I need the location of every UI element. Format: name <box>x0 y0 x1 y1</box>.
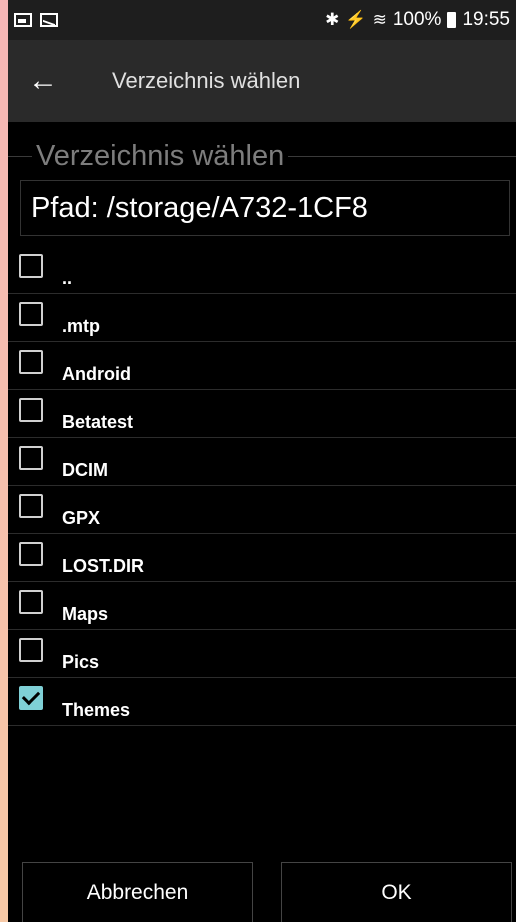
list-item[interactable]: .. <box>8 246 516 294</box>
cancel-button[interactable]: Abbrechen <box>22 862 253 922</box>
checkbox[interactable] <box>19 398 43 422</box>
arrow-left-icon[interactable]: ← <box>8 64 78 98</box>
directory-name: .mtp <box>62 316 100 336</box>
list-item[interactable]: DCIM <box>8 438 516 486</box>
checkbox[interactable] <box>19 542 43 566</box>
directory-chooser: Verzeichnis wählen <box>8 140 516 172</box>
list-item[interactable]: LOST.DIR <box>8 534 516 582</box>
phone-screen: ✱ ⚡ ≋ 100% 19:55 ← Verzeichnis wählen Ve… <box>8 0 516 922</box>
mail-icon <box>40 13 58 27</box>
checkbox[interactable] <box>19 302 43 326</box>
image-icon <box>14 13 32 27</box>
toolbar-title: Verzeichnis wählen <box>112 68 301 93</box>
status-right: ✱ ⚡ ≋ 100% 19:55 <box>325 9 510 31</box>
directory-name: Android <box>62 364 131 384</box>
status-bar: ✱ ⚡ ≋ 100% 19:55 <box>8 0 516 40</box>
clock: 19:55 <box>462 9 510 30</box>
status-left <box>14 13 58 27</box>
checkbox-checked[interactable] <box>19 686 43 710</box>
mute-icon: ⚡ <box>345 10 367 29</box>
directory-list: .. .mtp Android Betatest DCIM GPX LOST.D… <box>8 246 516 726</box>
directory-name: DCIM <box>62 460 108 480</box>
list-item[interactable]: Maps <box>8 582 516 630</box>
checkbox[interactable] <box>19 638 43 662</box>
toolbar: ← Verzeichnis wählen <box>8 40 516 122</box>
directory-name: GPX <box>62 508 101 528</box>
list-item[interactable]: GPX <box>8 486 516 534</box>
checkbox[interactable] <box>19 494 43 518</box>
directory-name: Maps <box>62 604 109 624</box>
list-item[interactable]: Betatest <box>8 390 516 438</box>
button-bar: Abbrechen OK <box>8 862 516 922</box>
dialog-legend: Verzeichnis wählen <box>32 140 289 172</box>
directory-name: Themes <box>62 700 131 720</box>
directory-name: .. <box>62 268 73 288</box>
checkbox[interactable] <box>19 590 43 614</box>
bluetooth-icon: ✱ <box>325 10 340 29</box>
battery-icon <box>447 12 457 28</box>
directory-name: Betatest <box>62 412 134 432</box>
path-field: Pfad: /storage/A732-1CF8 <box>20 180 510 236</box>
ok-button[interactable]: OK <box>281 862 512 922</box>
list-item[interactable]: Pics <box>8 630 516 678</box>
wifi-signal-icon: ≋ <box>372 10 387 29</box>
checkbox[interactable] <box>19 350 43 374</box>
list-item[interactable]: .mtp <box>8 294 516 342</box>
list-item[interactable]: Android <box>8 342 516 390</box>
directory-name: LOST.DIR <box>62 556 145 576</box>
battery-percent: 100% <box>392 9 442 30</box>
checkbox[interactable] <box>19 446 43 470</box>
directory-name: Pics <box>62 652 100 672</box>
list-item[interactable]: Themes <box>8 678 516 726</box>
checkbox[interactable] <box>19 254 43 278</box>
